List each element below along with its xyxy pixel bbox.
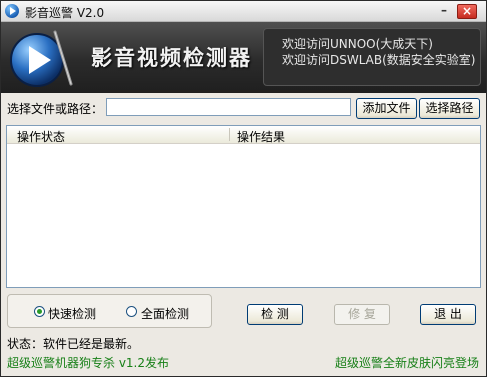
app-icon bbox=[5, 4, 19, 18]
add-file-button[interactable]: 添加文件 bbox=[356, 98, 417, 119]
repair-button[interactable]: 修 复 bbox=[334, 304, 390, 325]
path-input[interactable] bbox=[106, 98, 351, 116]
app-window: 影音巡警 V2.0 – × 影音视频检测器 欢迎访问UNNOO(大成天下) 欢迎… bbox=[0, 0, 487, 377]
select-path-button[interactable]: 选择路径 bbox=[419, 98, 480, 119]
welcome-link-unnoo[interactable]: 欢迎访问UNNOO(大成天下) bbox=[282, 36, 480, 52]
results-list[interactable]: 操作状态 操作结果 bbox=[6, 125, 481, 288]
close-button[interactable]: × bbox=[457, 4, 477, 19]
path-row: 选择文件或路径： 添加文件 选择路径 bbox=[1, 95, 486, 121]
quick-scan-label[interactable]: 快速检测 bbox=[48, 305, 96, 322]
column-header-status[interactable]: 操作状态 bbox=[17, 128, 65, 145]
column-header-result[interactable]: 操作结果 bbox=[237, 128, 285, 145]
path-label: 选择文件或路径： bbox=[7, 102, 104, 116]
minimize-button[interactable]: – bbox=[434, 4, 454, 19]
window-title: 影音巡警 V2.0 bbox=[25, 6, 105, 20]
header-banner: 影音视频检测器 欢迎访问UNNOO(大成天下) 欢迎访问DSWLAB(数据安全实… bbox=[1, 22, 486, 93]
footer-link-newskin[interactable]: 超级巡警全新皮肤闪亮登场 bbox=[335, 354, 479, 371]
detection-mode-group: 快速检测 全面检测 bbox=[7, 294, 212, 328]
exit-button[interactable]: 退 出 bbox=[420, 304, 476, 325]
results-header: 操作状态 操作结果 bbox=[7, 126, 480, 144]
detect-button[interactable]: 检 测 bbox=[247, 304, 303, 325]
footer-link-dogkill[interactable]: 超级巡警机器狗专杀 v1.2发布 bbox=[7, 354, 169, 371]
title-bar[interactable]: 影音巡警 V2.0 – × bbox=[1, 1, 486, 22]
banner-info-box: 欢迎访问UNNOO(大成天下) 欢迎访问DSWLAB(数据安全实验室) bbox=[263, 28, 481, 86]
full-scan-label[interactable]: 全面检测 bbox=[141, 305, 189, 322]
banner-title: 影音视频检测器 bbox=[91, 46, 252, 70]
status-text: 状态：软件已经是最新。 bbox=[7, 337, 140, 351]
welcome-link-dswlab[interactable]: 欢迎访问DSWLAB(数据安全实验室) bbox=[282, 52, 480, 68]
full-scan-radio[interactable] bbox=[126, 306, 137, 317]
logo-play-icon bbox=[10, 30, 73, 87]
column-divider[interactable] bbox=[229, 128, 230, 141]
quick-scan-radio[interactable] bbox=[34, 306, 45, 317]
